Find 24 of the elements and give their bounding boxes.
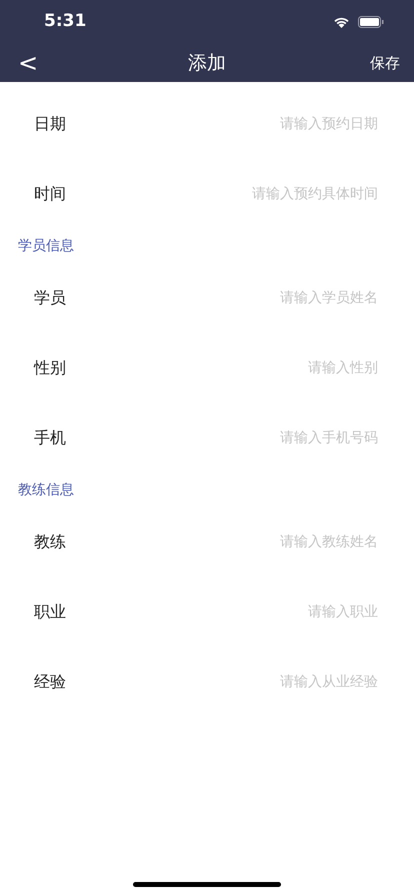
field-label: 经验 — [34, 671, 66, 693]
field-label: 职业 — [34, 601, 66, 623]
battery-icon — [358, 16, 384, 28]
wifi-icon — [333, 16, 350, 28]
field-label: 日期 — [34, 113, 66, 135]
field-label: 性别 — [34, 357, 66, 379]
input-field[interactable]: 请输入预约日期 — [180, 112, 380, 136]
field-label: 学员 — [34, 287, 66, 309]
status-time: 5:31 — [44, 10, 86, 34]
section-header: 教练信息 — [18, 480, 74, 500]
input-field[interactable]: 请输入手机号码 — [180, 426, 380, 450]
field-label: 手机 — [34, 427, 66, 449]
page-title: 添加 — [188, 50, 226, 76]
input-field[interactable]: 请输入预约具体时间 — [180, 182, 380, 206]
section-header: 学员信息 — [18, 236, 74, 256]
save-button[interactable]: 保存 — [370, 52, 400, 74]
input-field[interactable]: 请输入性别 — [180, 356, 380, 380]
field-label: 时间 — [34, 183, 66, 205]
input-field[interactable]: 请输入教练姓名 — [180, 530, 380, 554]
input-field[interactable]: 请输入从业经验 — [180, 670, 380, 694]
input-field[interactable]: 请输入职业 — [180, 600, 380, 624]
input-field[interactable]: 请输入学员姓名 — [180, 286, 380, 310]
back-button[interactable]: < — [14, 51, 42, 75]
field-label: 教练 — [34, 531, 66, 553]
